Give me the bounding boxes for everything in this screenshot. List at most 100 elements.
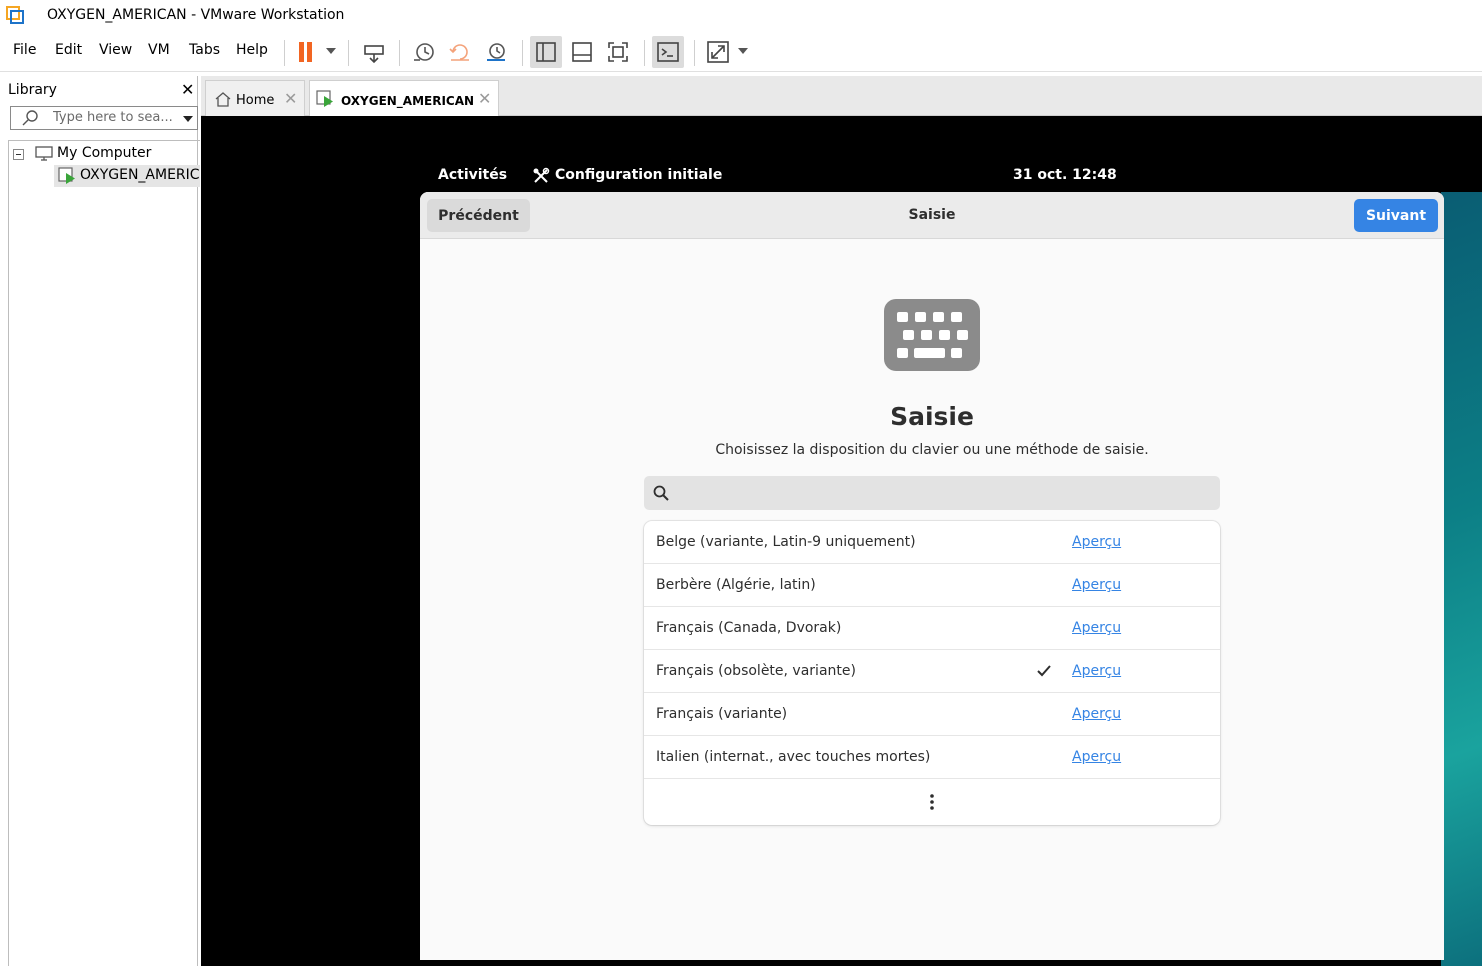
send-ctrl-alt-del-button[interactable] <box>358 36 390 68</box>
list-item[interactable]: Berbère (Algérie, latin) Aperçu <box>644 564 1220 607</box>
tree-collapse-icon[interactable] <box>13 149 24 160</box>
search-icon <box>22 110 38 126</box>
toolbar-separator <box>694 40 695 66</box>
preview-link[interactable]: Aperçu <box>1072 620 1121 636</box>
snapshot-take-button[interactable] <box>408 36 440 68</box>
tree-item-vm[interactable]: OXYGEN_AMERIC <box>54 165 200 187</box>
page-subtitle: Choisissez la disposition du clavier ou … <box>715 442 1149 458</box>
header-bar: Précédent Saisie Suivant <box>420 192 1444 239</box>
layout-label: Français (Canada, Dvorak) <box>656 620 842 636</box>
toolbar-separator <box>522 40 523 66</box>
activities-button[interactable]: Activités <box>438 167 507 183</box>
show-library-icon <box>536 42 556 62</box>
library-search-dropdown-icon[interactable] <box>183 116 193 122</box>
stretch-guest-button[interactable] <box>702 36 734 68</box>
tab-strip: Home ✕ OXYGEN_AMERICAN ✕ <box>201 76 1482 116</box>
snapshot-revert-button[interactable] <box>444 36 476 68</box>
menu-vm[interactable]: VM <box>148 42 170 58</box>
tab-vm-close-icon[interactable]: ✕ <box>478 89 491 108</box>
list-item[interactable]: Français (obsolète, variante) Aperçu <box>644 650 1220 693</box>
layout-label: Berbère (Algérie, latin) <box>656 577 816 593</box>
library-close-icon[interactable]: ✕ <box>181 80 194 99</box>
page-heading: Saisie <box>890 402 974 431</box>
tools-icon <box>533 167 550 183</box>
snapshot-take-icon <box>414 43 434 61</box>
send-ctrl-alt-del-icon <box>364 45 384 64</box>
menu-file[interactable]: File <box>13 42 36 58</box>
show-thumbnail-bar-button[interactable] <box>566 36 598 68</box>
menu-help[interactable]: Help <box>236 42 268 58</box>
toolbar-separator <box>348 40 349 66</box>
header-title: Saisie <box>908 207 956 223</box>
list-item[interactable]: Français (variante) Aperçu <box>644 693 1220 736</box>
stretch-guest-icon <box>707 41 729 63</box>
list-item[interactable]: Italien (internat., avec touches mortes)… <box>644 736 1220 779</box>
search-icon <box>653 485 669 501</box>
show-library-button[interactable] <box>530 36 562 68</box>
vm-running-icon <box>58 167 75 184</box>
layout-label: Français (obsolète, variante) <box>656 663 856 679</box>
toolbar-separator <box>644 40 645 66</box>
layout-label: Belge (variante, Latin-9 uniquement) <box>656 534 916 550</box>
menubar: File Edit View VM Tabs Help <box>0 32 1482 72</box>
vm-console[interactable]: Activités Configuration initiale 31 oct.… <box>201 116 1482 966</box>
list-item[interactable]: Belge (variante, Latin-9 uniquement) Ape… <box>644 521 1220 564</box>
toolbar-separator <box>284 40 285 66</box>
preview-link[interactable]: Aperçu <box>1072 706 1121 722</box>
tab-vm-label: OXYGEN_AMERICAN <box>341 94 475 108</box>
library-search-box[interactable] <box>10 106 198 130</box>
console-view-icon <box>657 42 679 62</box>
tab-home-label: Home <box>236 93 275 108</box>
layout-list: Belge (variante, Latin-9 uniquement) Ape… <box>644 521 1220 825</box>
tree-label-vm: OXYGEN_AMERIC <box>80 167 200 183</box>
tab-home[interactable]: Home ✕ <box>205 80 305 116</box>
layout-search-input[interactable] <box>678 482 1208 504</box>
next-button[interactable]: Suivant <box>1354 199 1438 232</box>
library-panel: Library ✕ My Computer OXYGEN_AMERIC <box>0 76 200 966</box>
full-screen-button[interactable] <box>602 36 634 68</box>
pause-icon <box>299 42 312 62</box>
preview-link[interactable]: Aperçu <box>1072 749 1121 765</box>
preview-link[interactable]: Aperçu <box>1072 663 1121 679</box>
home-icon <box>215 92 231 107</box>
menu-tabs[interactable]: Tabs <box>189 42 220 58</box>
keyboard-icon <box>884 299 980 371</box>
show-thumbnail-bar-icon <box>572 42 592 62</box>
app-menu-label[interactable]: Configuration initiale <box>555 167 722 183</box>
initial-setup-window: Précédent Saisie Suivant Saisie Choisiss… <box>420 192 1444 960</box>
snapshot-manager-icon <box>487 43 505 61</box>
tab-home-close-icon[interactable]: ✕ <box>284 89 297 108</box>
gnome-top-bar: Activités Configuration initiale 31 oct.… <box>201 162 1482 192</box>
library-search-input[interactable] <box>53 110 175 125</box>
console-view-button[interactable] <box>652 36 684 68</box>
pause-button[interactable] <box>290 36 322 68</box>
window-title: OXYGEN_AMERICAN - VMware Workstation <box>47 7 345 23</box>
layout-label: Italien (internat., avec touches mortes) <box>656 749 931 765</box>
snapshot-manager-button[interactable] <box>480 36 512 68</box>
toolbar-separator <box>399 40 400 66</box>
list-item[interactable]: Français (Canada, Dvorak) Aperçu <box>644 607 1220 650</box>
stretch-dropdown-icon[interactable] <box>738 48 748 54</box>
clock[interactable]: 31 oct. 12:48 <box>1013 167 1117 183</box>
preview-link[interactable]: Aperçu <box>1072 534 1121 550</box>
library-tree <box>8 140 200 966</box>
more-layouts-row[interactable] <box>644 779 1220 825</box>
view-more-icon <box>930 794 934 810</box>
snapshot-revert-icon <box>449 44 469 61</box>
preview-link[interactable]: Aperçu <box>1072 577 1121 593</box>
vmware-logo-icon <box>6 6 24 24</box>
pause-dropdown-icon[interactable] <box>326 48 336 54</box>
menu-view[interactable]: View <box>99 42 132 58</box>
window-titlebar: OXYGEN_AMERICAN - VMware Workstation <box>0 0 1482 32</box>
layout-search-box[interactable] <box>644 476 1220 510</box>
vm-running-icon <box>316 90 333 107</box>
computer-icon <box>35 146 53 161</box>
layout-label: Français (variante) <box>656 706 788 722</box>
checkmark-icon <box>1037 665 1051 677</box>
guest-desktop-background <box>1441 192 1482 966</box>
full-screen-icon <box>608 42 628 62</box>
tree-label-my-computer: My Computer <box>57 145 152 161</box>
tab-vm[interactable]: OXYGEN_AMERICAN ✕ <box>309 80 499 116</box>
library-title: Library <box>8 82 57 98</box>
menu-edit[interactable]: Edit <box>55 42 82 58</box>
